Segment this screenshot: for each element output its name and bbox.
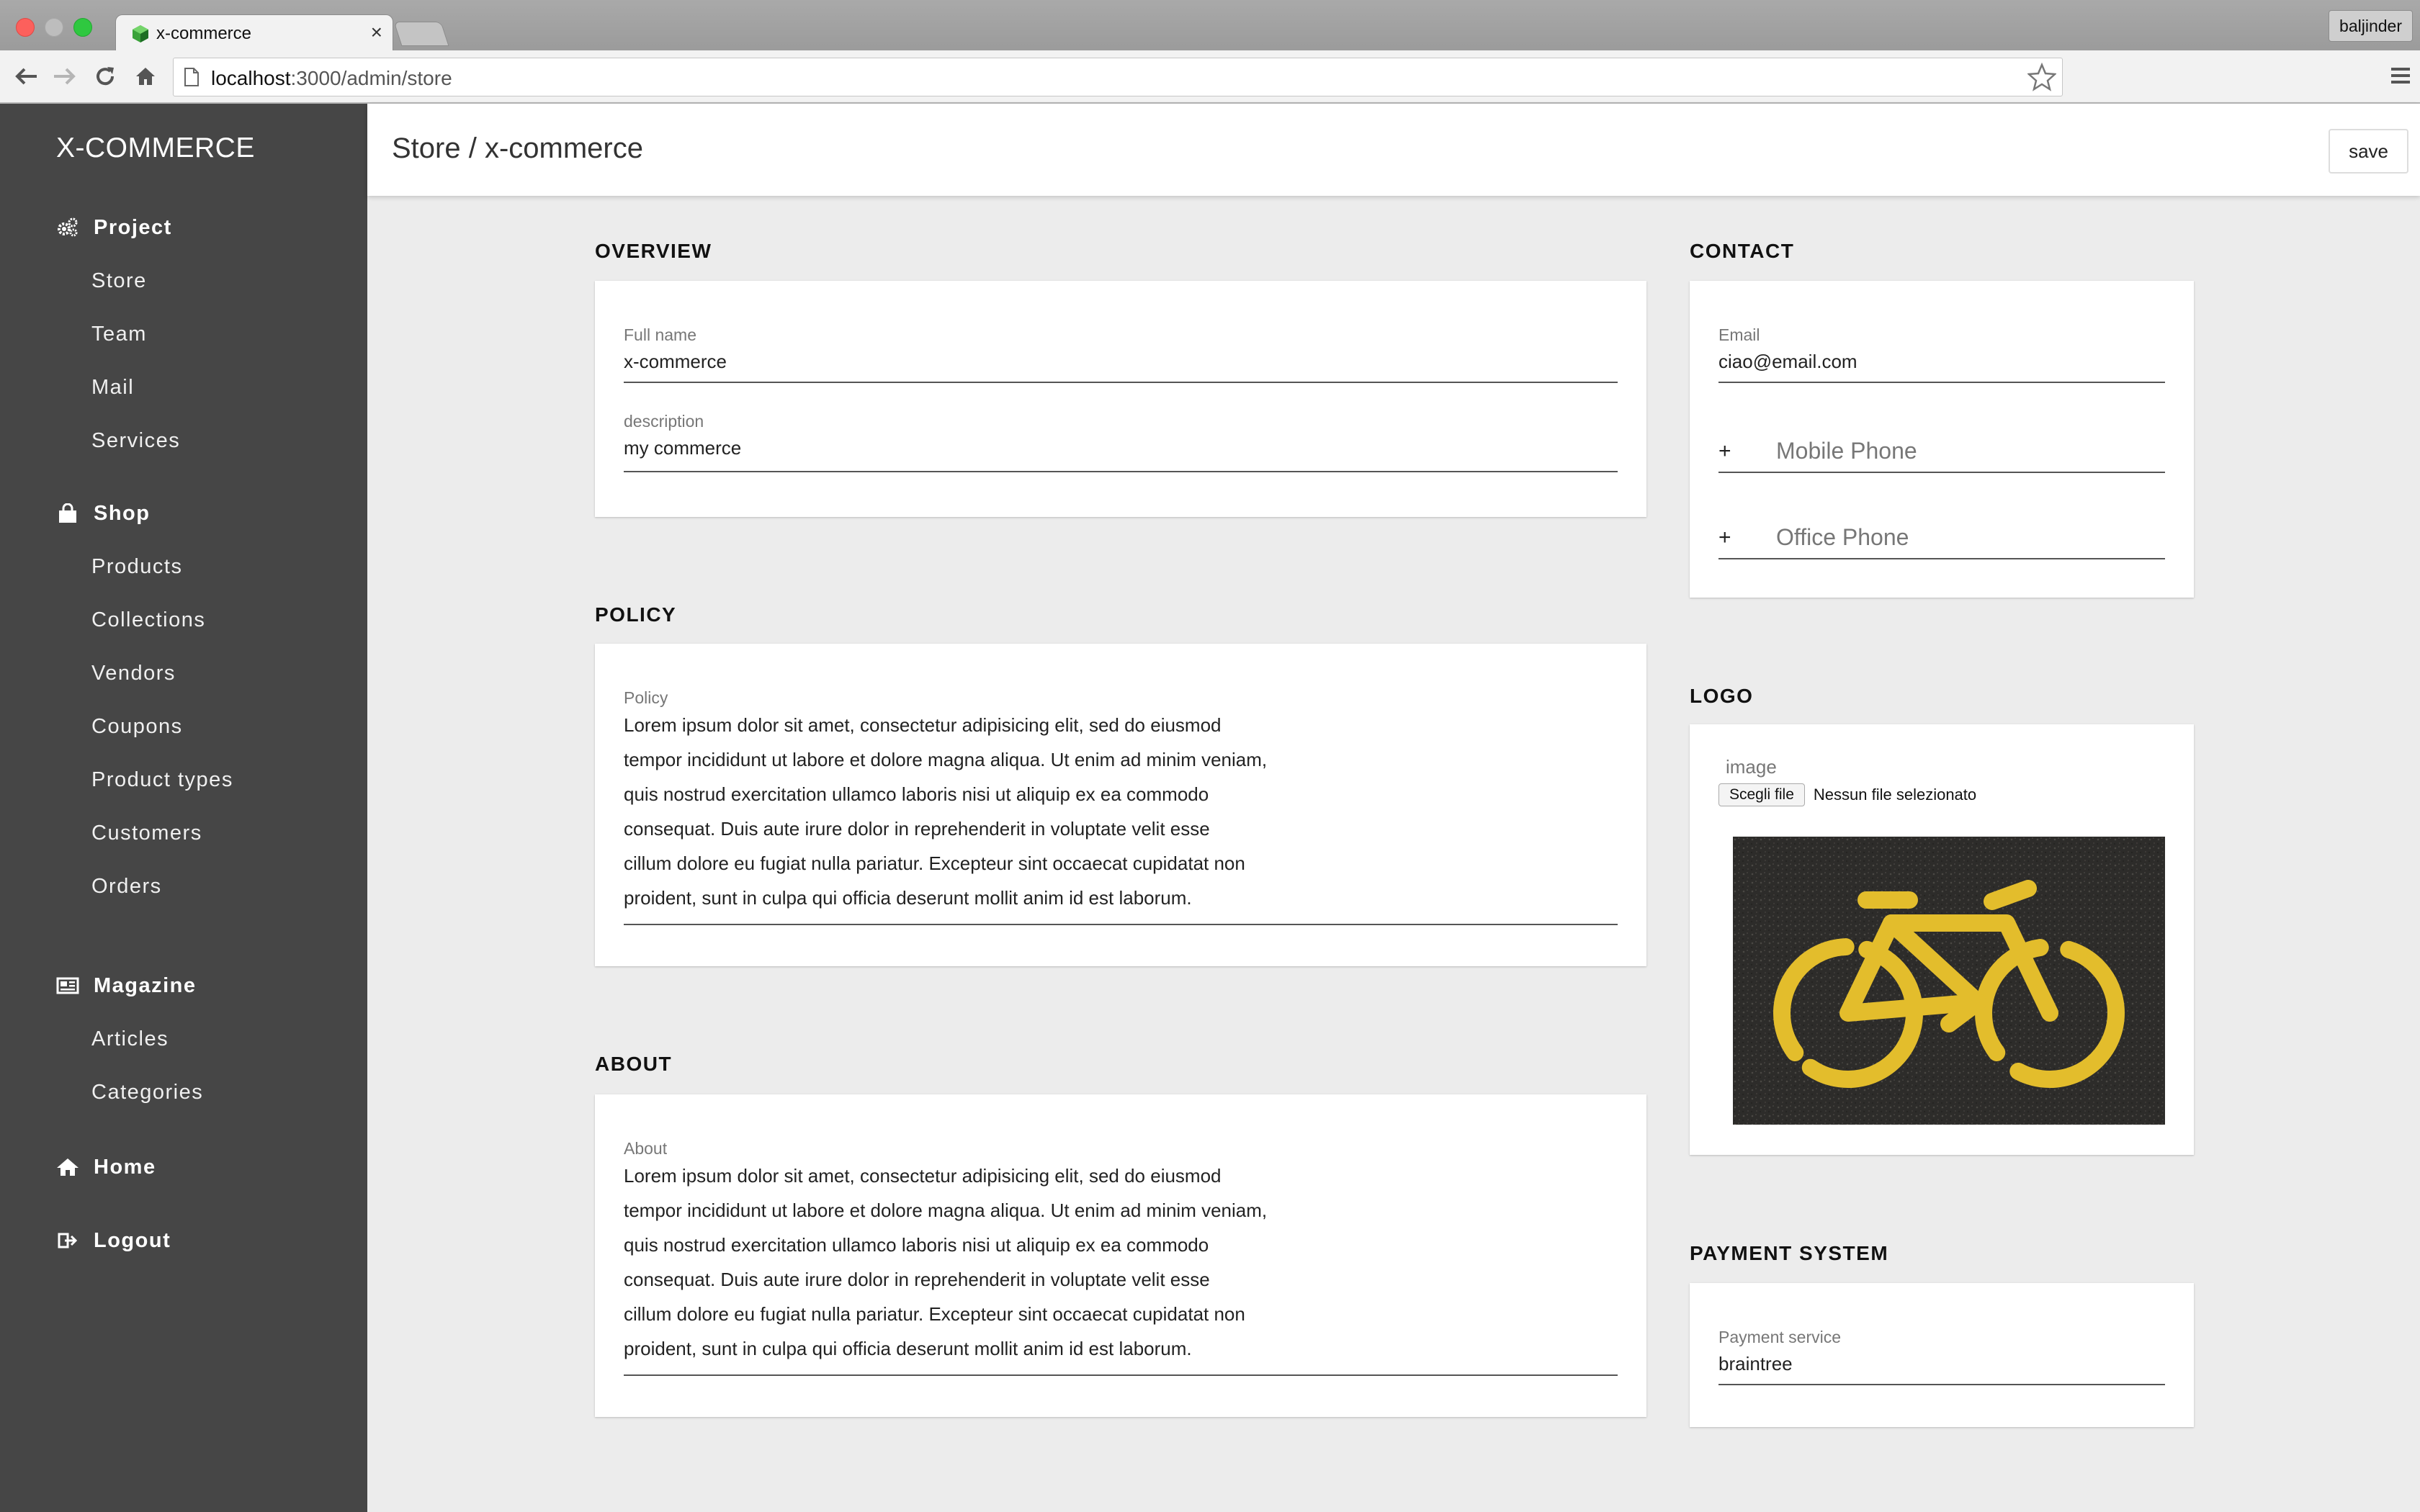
fullname-label: Full name [624, 325, 696, 344]
sidebar-item-store[interactable]: Store [0, 254, 367, 307]
mobile-phone-prefix: + [1718, 438, 1731, 463]
payment-service-label: Payment service [1718, 1328, 1842, 1346]
office-phone-input[interactable]: Office Phone [1776, 524, 1909, 551]
window-minimize-button[interactable] [45, 18, 63, 37]
url-text[interactable]: localhost:3000/admin/store [211, 67, 452, 90]
file-status-text: Nessun file selezionato [1813, 786, 1977, 804]
nav-group-logout: Logout [0, 1214, 367, 1267]
shopping-bag-icon [56, 502, 79, 525]
overview-section-title: OVERVIEW [595, 240, 712, 262]
logo-section-title: LOGO [1690, 685, 1754, 707]
about-field[interactable]: About Lorem ipsum dolor sit amet, consec… [624, 1139, 1618, 1376]
sidebar-item-vendors[interactable]: Vendors [0, 647, 367, 700]
sidebar-item-coupons[interactable]: Coupons [0, 700, 367, 753]
contact-section-title: CONTACT [1690, 240, 1795, 262]
policy-field[interactable]: Policy Lorem ipsum dolor sit amet, conse… [624, 688, 1618, 925]
address-bar[interactable]: localhost:3000/admin/store [173, 58, 2063, 96]
email-label: Email [1718, 325, 1760, 344]
policy-section-title: POLICY [595, 603, 677, 626]
sidebar-item-orders[interactable]: Orders [0, 860, 367, 913]
forward-arrow-icon[interactable] [49, 60, 81, 92]
payment-section-title: PAYMENT SYSTEM [1690, 1242, 1889, 1264]
nav-group-home: Home [0, 1140, 367, 1194]
office-phone-field[interactable]: + Office Phone [1718, 524, 2165, 559]
page-title: Store / x-commerce [392, 132, 643, 164]
page-icon [184, 68, 199, 86]
mobile-phone-field[interactable]: + Mobile Phone [1718, 438, 2165, 473]
sidebar-item-products[interactable]: Products [0, 540, 367, 593]
about-section-title: ABOUT [595, 1053, 673, 1075]
bookmark-star-icon[interactable] [2027, 63, 2056, 91]
fullname-input[interactable]: x-commerce [624, 351, 1618, 382]
fullname-field[interactable]: Full name x-commerce [624, 325, 1618, 383]
sidebar: X-COMMERCE Project Store Team Mail Servi… [0, 104, 367, 1512]
description-label: description [624, 412, 704, 431]
window-close-button[interactable] [16, 18, 35, 37]
about-label: About [624, 1139, 668, 1158]
home-button-icon[interactable] [130, 60, 161, 92]
payment-service-input[interactable]: braintree [1718, 1353, 2165, 1384]
choose-file-button[interactable]: Scegli file [1718, 783, 1805, 806]
overview-card: Full name x-commerce description my comm… [595, 281, 1646, 517]
payment-card: Payment service braintree [1690, 1283, 2194, 1427]
email-field[interactable]: Email ciao@email.com [1718, 325, 2165, 383]
home-icon [56, 1156, 79, 1179]
nav-heading-home[interactable]: Home [0, 1140, 367, 1194]
file-input[interactable]: Scegli file Nessun file selezionato [1718, 783, 1976, 806]
tab-title: x-commerce [156, 24, 252, 43]
nav-group-shop: Shop Products Collections Vendors Coupon… [0, 487, 367, 913]
brand-logo[interactable]: X-COMMERCE [56, 132, 255, 164]
about-card: About Lorem ipsum dolor sit amet, consec… [595, 1094, 1646, 1417]
nav-group-magazine: Magazine Articles Categories [0, 959, 367, 1119]
window-zoom-button[interactable] [73, 18, 92, 37]
sidebar-item-customers[interactable]: Customers [0, 806, 367, 860]
app-header: Store / x-commerce save [367, 104, 2420, 196]
policy-card: Policy Lorem ipsum dolor sit amet, conse… [595, 644, 1646, 966]
browser-toolbar: localhost:3000/admin/store [0, 50, 2420, 104]
browser-menu-icon[interactable] [2390, 65, 2411, 90]
nav-heading-logout[interactable]: Logout [0, 1214, 367, 1267]
sidebar-item-collections[interactable]: Collections [0, 593, 367, 647]
reload-icon[interactable] [89, 60, 121, 92]
mobile-phone-input[interactable]: Mobile Phone [1776, 438, 1917, 464]
nav-heading-shop[interactable]: Shop [0, 487, 367, 540]
logo-card: image Scegli file Nessun file selezionat… [1690, 724, 2194, 1155]
payment-service-field[interactable]: Payment service braintree [1718, 1328, 2165, 1385]
sidebar-item-categories[interactable]: Categories [0, 1066, 367, 1119]
sidebar-item-product-types[interactable]: Product types [0, 753, 367, 806]
tab-close-icon[interactable]: × [371, 21, 382, 44]
nav-heading-project[interactable]: Project [0, 201, 367, 254]
back-arrow-icon[interactable] [10, 60, 42, 92]
browser-titlebar: x-commerce × baljinder [0, 0, 2420, 53]
nav-heading-magazine[interactable]: Magazine [0, 959, 367, 1012]
contact-card: Email ciao@email.com + Mobile Phone + Of… [1690, 281, 2194, 598]
policy-textarea[interactable]: Lorem ipsum dolor sit amet, consectetur … [624, 708, 1618, 924]
profile-button[interactable]: baljinder [2329, 10, 2413, 42]
description-input[interactable]: my commerce [624, 437, 1618, 471]
sidebar-item-articles[interactable]: Articles [0, 1012, 367, 1066]
logo-image [1733, 837, 2165, 1125]
sidebar-item-team[interactable]: Team [0, 307, 367, 361]
image-label: image [1726, 756, 1777, 778]
policy-label: Policy [624, 688, 668, 707]
email-input[interactable]: ciao@email.com [1718, 351, 2165, 382]
new-tab-button[interactable] [393, 22, 449, 46]
newspaper-icon [56, 974, 79, 997]
office-phone-prefix: + [1718, 525, 1731, 549]
save-button[interactable]: save [2329, 129, 2408, 174]
description-field[interactable]: description my commerce [624, 412, 1618, 472]
nav-group-project: Project Store Team Mail Services [0, 201, 367, 467]
about-textarea[interactable]: Lorem ipsum dolor sit amet, consectetur … [624, 1158, 1618, 1374]
sidebar-item-services[interactable]: Services [0, 414, 367, 467]
logout-icon [56, 1229, 79, 1252]
gears-icon [56, 216, 79, 239]
sidebar-item-mail[interactable]: Mail [0, 361, 367, 414]
browser-tab[interactable]: x-commerce × [115, 14, 393, 53]
favicon-icon [133, 25, 148, 42]
